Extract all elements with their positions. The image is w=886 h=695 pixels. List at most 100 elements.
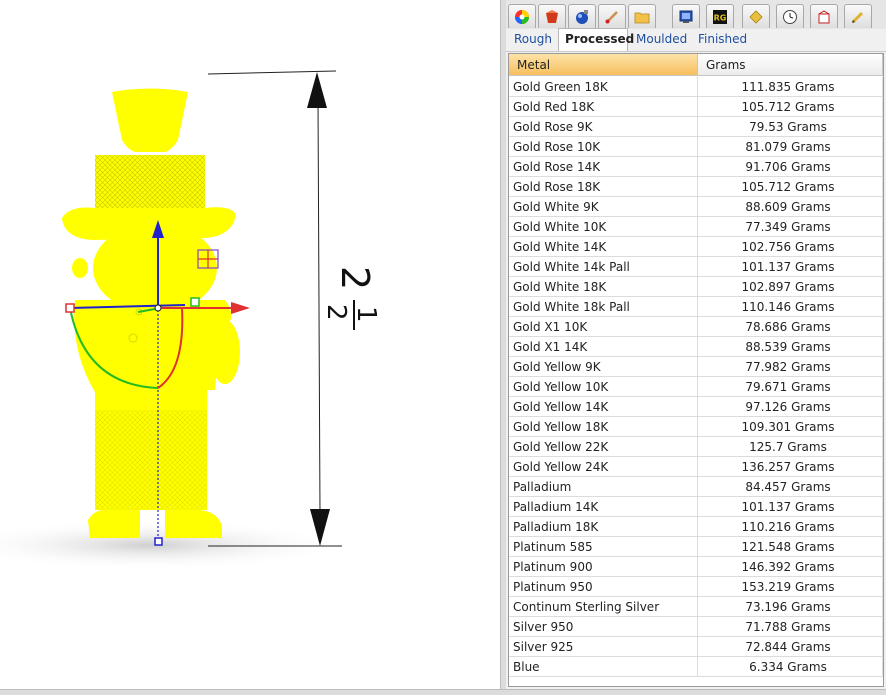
grams-cell[interactable]: 97.126 Grams — [698, 397, 883, 417]
metal-name-cell[interactable]: Gold Yellow 22K — [509, 437, 698, 457]
metal-name-cell[interactable]: Gold White 14k Pall — [509, 257, 698, 277]
metal-name-cell[interactable]: Gold Yellow 18K — [509, 417, 698, 437]
metal-name-cell[interactable]: Gold Rose 18K — [509, 177, 698, 197]
column-header-metal[interactable]: Metal — [509, 54, 698, 76]
table-row[interactable]: Silver 950 71.788 Grams — [509, 617, 883, 637]
metal-name-cell[interactable]: Gold White 18K — [509, 277, 698, 297]
grams-cell[interactable]: 81.079 Grams — [698, 137, 883, 157]
tab-finished[interactable]: Finished — [692, 29, 753, 50]
metal-name-cell[interactable]: Platinum 585 — [509, 537, 698, 557]
tab-material[interactable] — [568, 4, 596, 28]
metal-name-cell[interactable]: Continum Sterling Silver — [509, 597, 698, 617]
table-row[interactable]: Platinum 585 121.548 Grams — [509, 537, 883, 557]
metal-name-cell[interactable]: Gold Rose 10K — [509, 137, 698, 157]
metal-name-cell[interactable]: Gold Yellow 10K — [509, 377, 698, 397]
metal-name-cell[interactable]: Gold Green 18K — [509, 77, 698, 97]
table-row[interactable]: Gold X1 14K 88.539 Grams — [509, 337, 883, 357]
metal-name-cell[interactable]: Gold White 14K — [509, 237, 698, 257]
grams-cell[interactable]: 110.146 Grams — [698, 297, 883, 317]
tab-clock[interactable] — [776, 4, 804, 28]
table-row[interactable]: Gold White 10K 77.349 Grams — [509, 217, 883, 237]
table-row[interactable]: Palladium 18K 110.216 Grams — [509, 517, 883, 537]
table-row[interactable]: Gold Yellow 10K 79.671 Grams — [509, 377, 883, 397]
column-header-grams[interactable]: Grams — [698, 54, 883, 76]
metal-name-cell[interactable]: Palladium 18K — [509, 517, 698, 537]
metal-name-cell[interactable]: Gold Yellow 24K — [509, 457, 698, 477]
table-row[interactable]: Gold Rose 10K 81.079 Grams — [509, 137, 883, 157]
grams-cell[interactable]: 105.712 Grams — [698, 97, 883, 117]
table-row[interactable]: Gold Rose 14K 91.706 Grams — [509, 157, 883, 177]
table-row[interactable]: Gold White 18K 102.897 Grams — [509, 277, 883, 297]
metal-name-cell[interactable]: Gold White 10K — [509, 217, 698, 237]
grams-cell[interactable]: 77.349 Grams — [698, 217, 883, 237]
tab-color-wheel[interactable] — [508, 4, 536, 28]
grams-cell[interactable]: 111.835 Grams — [698, 77, 883, 97]
grams-cell[interactable]: 146.392 Grams — [698, 557, 883, 577]
grams-cell[interactable]: 91.706 Grams — [698, 157, 883, 177]
tab-rg-plugin[interactable]: RG — [706, 4, 734, 28]
tab-processed[interactable]: Processed — [558, 28, 634, 51]
table-row[interactable]: Gold White 18k Pall 110.146 Grams — [509, 297, 883, 317]
table-row[interactable]: Silver 925 72.844 Grams — [509, 637, 883, 657]
metal-name-cell[interactable]: Gold Rose 9K — [509, 117, 698, 137]
tab-rendering[interactable] — [538, 4, 566, 28]
metal-name-cell[interactable]: Gold White 9K — [509, 197, 698, 217]
table-row[interactable]: Gold Yellow 18K 109.301 Grams — [509, 417, 883, 437]
tab-brush[interactable] — [598, 4, 626, 28]
metal-name-cell[interactable]: Gold Yellow 14K — [509, 397, 698, 417]
table-row[interactable]: Gold Yellow 24K 136.257 Grams — [509, 457, 883, 477]
table-row[interactable]: Gold Red 18K 105.712 Grams — [509, 97, 883, 117]
grams-cell[interactable]: 101.137 Grams — [698, 497, 883, 517]
metal-name-cell[interactable]: Gold X1 14K — [509, 337, 698, 357]
metal-name-cell[interactable]: Platinum 950 — [509, 577, 698, 597]
metal-name-cell[interactable]: Gold X1 10K — [509, 317, 698, 337]
grams-cell[interactable]: 79.53 Grams — [698, 117, 883, 137]
table-row[interactable]: Palladium 84.457 Grams — [509, 477, 883, 497]
scale-handle-red[interactable] — [65, 303, 75, 313]
3d-viewport[interactable]: 2 1 2 — [0, 0, 500, 695]
table-row[interactable]: Gold Rose 18K 105.712 Grams — [509, 177, 883, 197]
tab-gem[interactable] — [742, 4, 770, 28]
grams-cell[interactable]: 136.257 Grams — [698, 457, 883, 477]
table-row[interactable]: Platinum 950 153.219 Grams — [509, 577, 883, 597]
tab-jewelry-box[interactable] — [810, 4, 838, 28]
grams-cell[interactable]: 102.756 Grams — [698, 237, 883, 257]
gizmo-origin[interactable] — [154, 304, 162, 312]
metal-name-cell[interactable]: Silver 950 — [509, 617, 698, 637]
metal-name-cell[interactable]: Gold White 18k Pall — [509, 297, 698, 317]
grams-cell[interactable]: 88.609 Grams — [698, 197, 883, 217]
table-row[interactable]: Gold Yellow 9K 77.982 Grams — [509, 357, 883, 377]
table-row[interactable]: Gold White 9K 88.609 Grams — [509, 197, 883, 217]
grams-cell[interactable]: 153.219 Grams — [698, 577, 883, 597]
table-row[interactable]: Palladium 14K 101.137 Grams — [509, 497, 883, 517]
grams-cell[interactable]: 73.196 Grams — [698, 597, 883, 617]
table-row[interactable]: Continum Sterling Silver 73.196 Grams — [509, 597, 883, 617]
tab-display[interactable] — [672, 4, 700, 28]
grams-cell[interactable]: 125.7 Grams — [698, 437, 883, 457]
table-row[interactable]: Gold White 14K 102.756 Grams — [509, 237, 883, 257]
scale-handle-blue[interactable] — [154, 537, 163, 546]
table-row[interactable]: Gold White 14k Pall 101.137 Grams — [509, 257, 883, 277]
grams-cell[interactable]: 102.897 Grams — [698, 277, 883, 297]
table-row[interactable]: Gold Rose 9K 79.53 Grams — [509, 117, 883, 137]
table-row[interactable]: Platinum 900 146.392 Grams — [509, 557, 883, 577]
grams-cell[interactable]: 101.137 Grams — [698, 257, 883, 277]
grams-cell[interactable]: 78.686 Grams — [698, 317, 883, 337]
grams-cell[interactable]: 6.334 Grams — [698, 657, 883, 677]
metal-name-cell[interactable]: Palladium 14K — [509, 497, 698, 517]
metal-name-cell[interactable]: Silver 925 — [509, 637, 698, 657]
snowman-model[interactable] — [62, 88, 240, 539]
tab-folder[interactable] — [628, 4, 656, 28]
grams-cell[interactable]: 110.216 Grams — [698, 517, 883, 537]
grams-cell[interactable]: 121.548 Grams — [698, 537, 883, 557]
table-row[interactable]: Gold X1 10K 78.686 Grams — [509, 317, 883, 337]
metal-name-cell[interactable]: Gold Yellow 9K — [509, 357, 698, 377]
grams-cell[interactable]: 77.982 Grams — [698, 357, 883, 377]
metal-name-cell[interactable]: Palladium — [509, 477, 698, 497]
grams-cell[interactable]: 71.788 Grams — [698, 617, 883, 637]
metal-name-cell[interactable]: Blue — [509, 657, 698, 677]
table-row[interactable]: Gold Yellow 22K 125.7 Grams — [509, 437, 883, 457]
table-row[interactable]: Gold Green 18K 111.835 Grams — [509, 77, 883, 97]
table-row[interactable]: Blue 6.334 Grams — [509, 657, 883, 677]
grams-cell[interactable]: 79.671 Grams — [698, 377, 883, 397]
